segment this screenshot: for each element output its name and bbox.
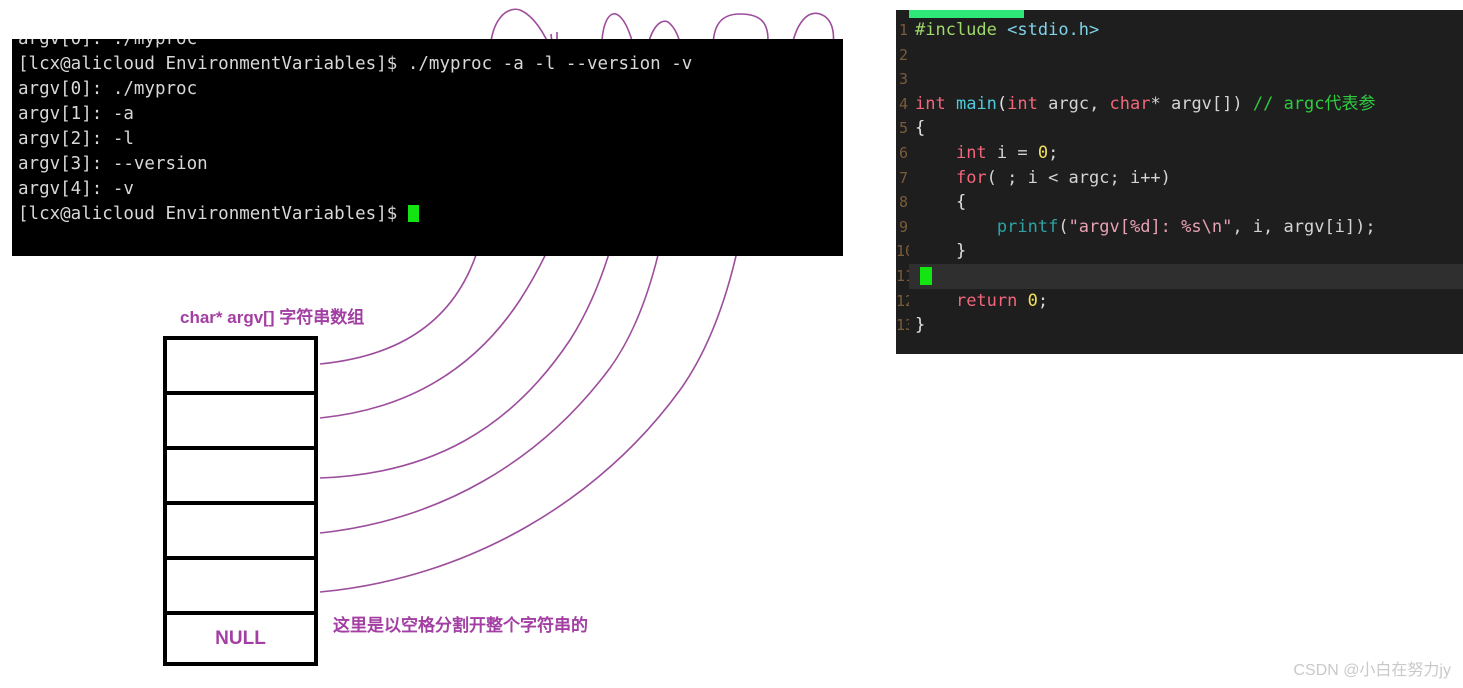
line-number: 11	[896, 266, 909, 285]
terminal-final-prompt: [lcx@alicloud EnvironmentVariables]$	[18, 204, 398, 224]
line-number: 2	[898, 45, 908, 64]
line-number: 13	[896, 316, 909, 335]
code-line-blank[interactable]	[909, 43, 1463, 68]
terminal-output-line: argv[2]: -l	[18, 129, 134, 149]
terminal-cursor	[407, 205, 419, 222]
terminal-command-space	[397, 54, 408, 74]
terminal-command: ./myproc -a -l --version -v	[407, 54, 693, 74]
terminal-output-line: argv[0]: ./myproc	[18, 79, 198, 99]
editor-caret	[920, 266, 932, 285]
terminal-output-line: argv[1]: -a	[18, 104, 134, 124]
code-line-close-brace[interactable]: }	[909, 313, 1463, 338]
split-explanation-note: 这里是以空格分割开整个字符串的	[333, 616, 588, 635]
code-line-main-signature[interactable]: int main(int argc, char* argv[]) // argc…	[909, 92, 1463, 117]
argv-cell-null: NULL	[163, 611, 318, 666]
code-line-for-loop[interactable]: for( ; i < argc; i++)	[909, 166, 1463, 191]
argv-cell	[163, 336, 318, 391]
header-name-token: <stdio.h>	[1007, 20, 1100, 40]
argc-comment: // argc代表参	[1252, 93, 1376, 114]
code-line-blank[interactable]	[909, 67, 1463, 92]
printf-format-string: "argv[%d]: %s\n"	[1068, 216, 1233, 237]
terminal-prompt-space	[397, 204, 408, 224]
printf-identifier: printf	[996, 216, 1059, 237]
line-number: 1	[898, 21, 908, 39]
terminal-window[interactable]: argv[0]: ./myproc [lcx@alicloud Environm…	[12, 39, 843, 256]
line-number: 5	[898, 119, 908, 138]
terminal-output-line: argv[3]: --version	[18, 154, 208, 174]
code-line-return[interactable]: return 0;	[909, 289, 1463, 314]
code-editor-panel[interactable]: 1 2 3 4 5 6 7 8 9 10 11 12 13 #include <…	[896, 10, 1463, 354]
argv-cell	[163, 556, 318, 611]
argv-array-diagram: NULL	[163, 336, 318, 666]
argv-array-label: char* argv[] 字符串数组	[180, 308, 365, 327]
main-identifier: main	[955, 93, 997, 114]
code-line-for-close-brace[interactable]: }	[909, 239, 1463, 264]
line-number: 9	[898, 217, 908, 236]
line-number: 6	[898, 143, 908, 162]
line-number: 12	[896, 291, 909, 310]
argv-cell	[163, 391, 318, 446]
line-number-gutter: 1 2 3 4 5 6 7 8 9 10 11 12 13	[896, 10, 909, 354]
include-directive-token: #include	[915, 20, 997, 40]
terminal-clipped-line: argv[0]: ./myproc	[18, 39, 198, 49]
code-line-for-open-brace[interactable]: {	[909, 190, 1463, 215]
line-number: 3	[898, 70, 908, 89]
argv-cell-text: NULL	[215, 627, 266, 649]
code-line-include[interactable]: #include <stdio.h>	[909, 18, 1463, 43]
argv-cell	[163, 501, 318, 556]
terminal-final-prompt-line: [lcx@alicloud EnvironmentVariables]$	[12, 202, 843, 227]
terminal-output-line: argv[4]: -v	[18, 179, 134, 199]
code-lines-container: #include <stdio.h> int main(int argc, ch…	[909, 10, 1463, 338]
terminal-prompt: [lcx@alicloud EnvironmentVariables]$	[18, 54, 398, 74]
code-line-active-caret[interactable]	[909, 263, 1463, 289]
code-line-decl-i[interactable]: int i = 0;	[909, 141, 1463, 166]
line-number: 4	[898, 94, 908, 113]
line-number: 10	[896, 242, 909, 261]
csdn-watermark: CSDN @小白在努力jy	[1293, 662, 1451, 679]
code-line-open-brace[interactable]: {	[909, 116, 1463, 141]
terminal-command-line: [lcx@alicloud EnvironmentVariables]$ ./m…	[12, 52, 843, 77]
code-line-printf[interactable]: printf("argv[%d]: %s\n", i, argv[i]);	[909, 215, 1463, 240]
line-number: 7	[898, 168, 908, 187]
argv-cell	[163, 446, 318, 501]
line-number: 8	[898, 193, 908, 212]
